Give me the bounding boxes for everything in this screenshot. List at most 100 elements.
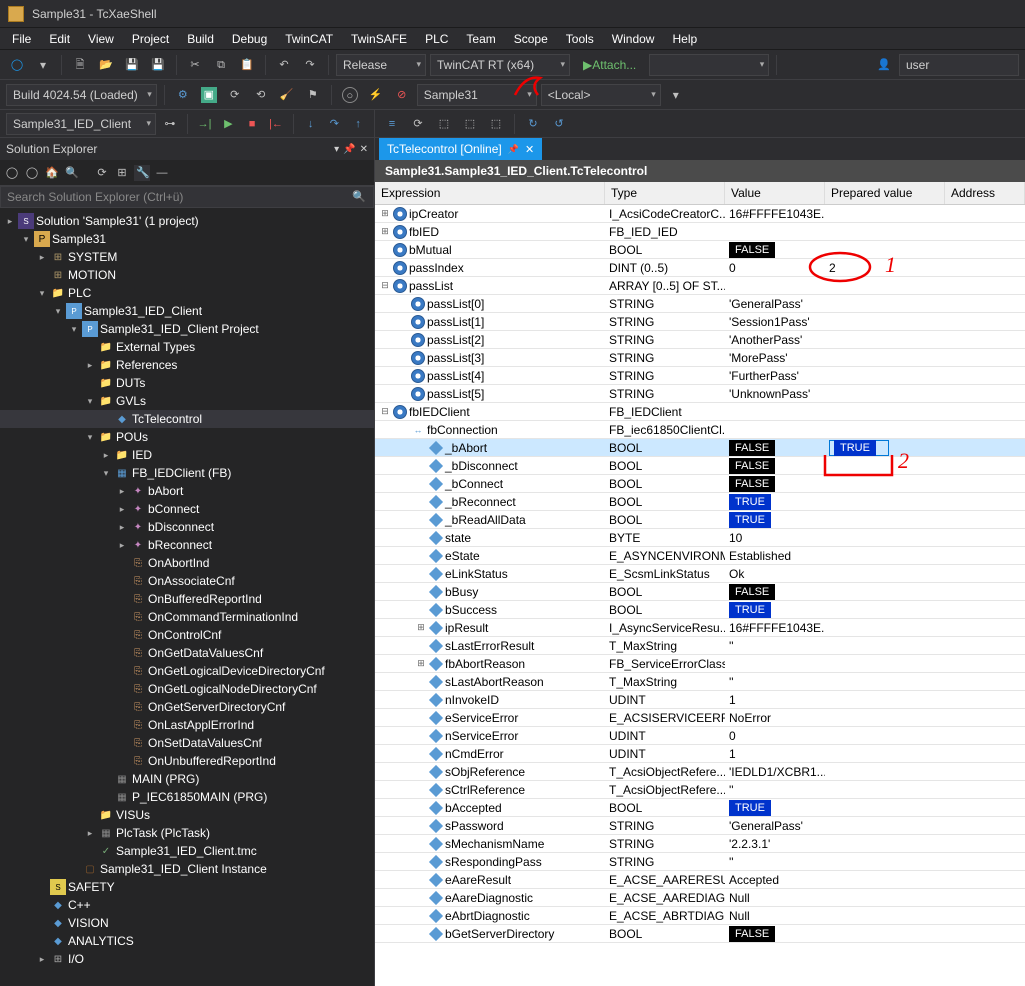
cut-button[interactable]: ✂ xyxy=(184,54,206,76)
var-value[interactable]: '' xyxy=(725,783,825,797)
tree-node[interactable]: ⊞MOTION xyxy=(0,266,374,284)
watch-row[interactable]: sLastAbortReasonT_MaxString'' xyxy=(375,673,1025,691)
tc-broom-button[interactable]: 🧹 xyxy=(276,84,298,106)
watch-row[interactable]: _bConnectBOOLFALSE xyxy=(375,475,1025,493)
close-icon[interactable]: ✕ xyxy=(525,143,534,156)
var-value[interactable]: TRUE xyxy=(725,602,825,618)
var-value[interactable]: 16#FFFFE1043E... xyxy=(725,621,825,635)
tree-node[interactable]: ▾📁GVLs xyxy=(0,392,374,410)
tree-node[interactable]: ◆VISION xyxy=(0,914,374,932)
var-value[interactable]: FALSE xyxy=(725,458,825,474)
watch-grid[interactable]: ExpressionTypeValuePrepared valueAddress… xyxy=(375,182,1025,986)
var-value[interactable]: 16#FFFFE1043E... xyxy=(725,207,825,221)
watch-row[interactable]: ⊞ fbAbortReasonFB_ServiceErrorClass xyxy=(375,655,1025,673)
expand-icon[interactable]: ▸ xyxy=(116,504,128,515)
var-value[interactable]: Null xyxy=(725,909,825,923)
tc-flag-button[interactable]: ⚑ xyxy=(302,84,324,106)
watch-row[interactable]: ⊞ ipCreatorI_AcsiCodeCreatorC...16#FFFFE… xyxy=(375,205,1025,223)
tree-node[interactable]: ▸▦PlcTask (PlcTask) xyxy=(0,824,374,842)
watch-row[interactable]: bAcceptedBOOLTRUE xyxy=(375,799,1025,817)
watch-row[interactable]: passList[4]STRING'FurtherPass' xyxy=(375,367,1025,385)
attach-button[interactable]: ▶ Attach... xyxy=(574,54,645,76)
menu-tools[interactable]: Tools xyxy=(558,30,602,48)
tree-node[interactable]: ⎘OnLastApplErrorInd xyxy=(0,716,374,734)
watch-row[interactable]: sPasswordSTRING'GeneralPass' xyxy=(375,817,1025,835)
menu-build[interactable]: Build xyxy=(179,30,222,48)
expand-icon[interactable]: ▸ xyxy=(84,360,96,371)
var-value[interactable]: 'FurtherPass' xyxy=(725,369,825,383)
var-value[interactable]: 1 xyxy=(725,693,825,707)
platform-combo[interactable]: TwinCAT RT (x64) xyxy=(430,54,570,76)
plc-stop-button[interactable]: ■ xyxy=(242,113,262,135)
pin-icon[interactable]: 📌 xyxy=(343,144,355,155)
tree-node[interactable]: 📁External Types xyxy=(0,338,374,356)
tree-node[interactable]: ◆C++ xyxy=(0,896,374,914)
menu-twinsafe[interactable]: TwinSAFE xyxy=(343,30,415,48)
step-over-button[interactable]: ↷ xyxy=(324,113,344,135)
expand-icon[interactable]: ⊞ xyxy=(379,226,391,237)
redo-button[interactable]: ↷ xyxy=(299,54,321,76)
watch-row[interactable]: sRespondingPassSTRING'' xyxy=(375,853,1025,871)
undo-button[interactable]: ↶ xyxy=(273,54,295,76)
watch-row[interactable]: ⊟ fbIEDClientFB_IEDClient xyxy=(375,403,1025,421)
menu-debug[interactable]: Debug xyxy=(224,30,275,48)
fwd-icon[interactable]: ◯ xyxy=(24,165,40,181)
var-prepared[interactable]: 2 xyxy=(825,261,945,275)
tc-project-combo[interactable]: Sample31 xyxy=(417,84,537,106)
var-value[interactable]: Ok xyxy=(725,567,825,581)
tree-node[interactable]: ◆TcTelecontrol xyxy=(0,410,374,428)
tree-node[interactable]: ⎘OnAbortInd xyxy=(0,554,374,572)
var-value[interactable]: TRUE xyxy=(725,512,825,528)
watch-row[interactable]: eAareResultE_ACSE_AARERESULTAccepted xyxy=(375,871,1025,889)
solution-tree[interactable]: ▸SSolution 'Sample31' (1 project)▾PSampl… xyxy=(0,208,374,986)
plc-login-button[interactable]: →| xyxy=(195,113,215,135)
watch-row[interactable]: passList[3]STRING'MorePass' xyxy=(375,349,1025,367)
var-value[interactable]: 'GeneralPass' xyxy=(725,819,825,833)
var-value[interactable]: '2.2.3.1' xyxy=(725,837,825,851)
watch-row[interactable]: bBusyBOOLFALSE xyxy=(375,583,1025,601)
save-all-button[interactable]: 💾 xyxy=(147,54,169,76)
menu-twincat[interactable]: TwinCAT xyxy=(277,30,341,48)
watch-row[interactable]: passList[2]STRING'AnotherPass' xyxy=(375,331,1025,349)
tree-node[interactable]: ▸⊞SYSTEM xyxy=(0,248,374,266)
watch-row[interactable]: _bReadAllDataBOOLTRUE xyxy=(375,511,1025,529)
home-icon[interactable]: 🏠 xyxy=(44,165,60,181)
step-out-button[interactable]: ↑ xyxy=(348,113,368,135)
watch-row[interactable]: sLastErrorResultT_MaxString'' xyxy=(375,637,1025,655)
force-values-button[interactable]: ⬚ xyxy=(459,113,481,135)
var-value[interactable]: Established xyxy=(725,549,825,563)
tree-node[interactable]: ▸✦bConnect xyxy=(0,500,374,518)
column-header[interactable]: Prepared value xyxy=(825,182,945,204)
solution-explorer-search[interactable]: Search Solution Explorer (Ctrl+ü) 🔍 xyxy=(0,186,374,208)
column-header[interactable]: Address xyxy=(945,182,1025,204)
var-value[interactable]: 'MorePass' xyxy=(725,351,825,365)
watch-row[interactable]: eAareDiagnosticE_ACSE_AAREDIAG...Null xyxy=(375,889,1025,907)
watch-row[interactable]: ⊟ passListARRAY [0..5] OF ST... xyxy=(375,277,1025,295)
var-value[interactable]: 'Session1Pass' xyxy=(725,315,825,329)
column-header[interactable]: Value xyxy=(725,182,825,204)
var-value[interactable]: Accepted xyxy=(725,873,825,887)
tree-node[interactable]: ⎘OnSetDataValuesCnf xyxy=(0,734,374,752)
flow-button[interactable]: ≡ xyxy=(381,113,403,135)
watch-row[interactable]: _bReconnectBOOLTRUE xyxy=(375,493,1025,511)
menu-window[interactable]: Window xyxy=(604,30,663,48)
scope-icon[interactable]: 🔍 xyxy=(64,165,80,181)
tree-node[interactable]: 📁DUTs xyxy=(0,374,374,392)
tree-node[interactable]: ▾▦FB_IEDClient (FB) xyxy=(0,464,374,482)
new-project-button[interactable]: 🗎 xyxy=(69,54,91,76)
tree-node[interactable]: ⎘OnGetServerDirectoryCnf xyxy=(0,698,374,716)
unforce-button[interactable]: ⬚ xyxy=(485,113,507,135)
menu-scope[interactable]: Scope xyxy=(506,30,556,48)
expand-icon[interactable]: ▾ xyxy=(84,396,96,407)
watch-row[interactable]: bGetServerDirectoryBOOLFALSE xyxy=(375,925,1025,943)
var-value[interactable]: 0 xyxy=(725,729,825,743)
cycle-button[interactable]: ⟳ xyxy=(407,113,429,135)
tree-node[interactable]: ▢Sample31_IED_Client Instance xyxy=(0,860,374,878)
watch-row[interactable]: ↔ fbConnectionFB_iec61850ClientCl... xyxy=(375,421,1025,439)
tree-node[interactable]: ▦MAIN (PRG) xyxy=(0,770,374,788)
tc-cog-button[interactable]: ⚙ xyxy=(172,84,194,106)
plc-logout-button[interactable]: |← xyxy=(266,113,286,135)
attach-target-combo[interactable] xyxy=(649,54,769,76)
wrench-icon[interactable]: 🔧 xyxy=(134,165,150,181)
expand-icon[interactable]: ▸ xyxy=(116,540,128,551)
